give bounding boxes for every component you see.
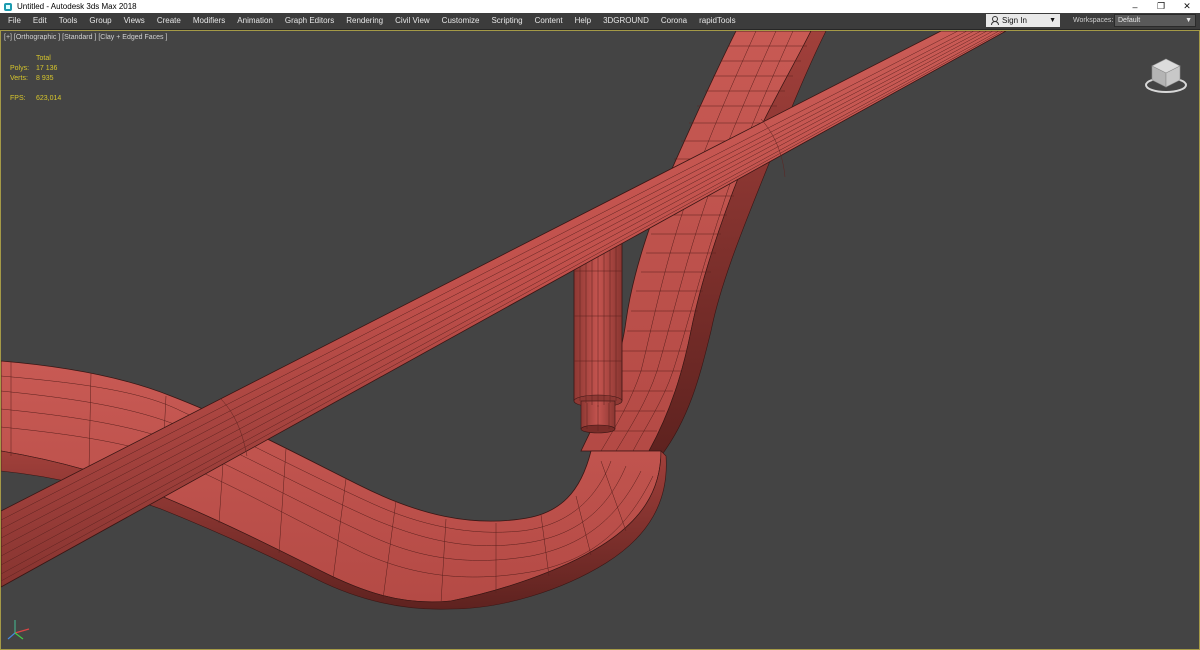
menu-3dground[interactable]: 3DGROUND — [597, 13, 655, 29]
title-bar: Untitled - Autodesk 3ds Max 2018 – ❐ ✕ — [0, 0, 1200, 13]
menu-tools[interactable]: Tools — [53, 13, 84, 29]
stats-overlay: Total Polys: 17 136 Verts: 8 935 FPS: 623,0… — [10, 54, 61, 104]
menu-file[interactable]: File — [0, 13, 27, 29]
sign-in-label: Sign In — [1002, 16, 1027, 25]
viewport-scene[interactable] — [1, 31, 1200, 650]
vertical-post[interactable] — [573, 240, 623, 434]
chevron-down-icon: ▼ — [1185, 17, 1192, 24]
menu-help[interactable]: Help — [569, 13, 597, 29]
menu-customize[interactable]: Customize — [436, 13, 486, 29]
menu-group[interactable]: Group — [83, 13, 117, 29]
sign-in-dropdown[interactable]: Sign In ▼ — [986, 14, 1060, 27]
close-button[interactable]: ✕ — [1174, 0, 1200, 13]
menu-content[interactable]: Content — [529, 13, 569, 29]
menu-rendering[interactable]: Rendering — [340, 13, 389, 29]
restore-button[interactable]: ❐ — [1148, 0, 1174, 13]
menu-animation[interactable]: Animation — [231, 13, 279, 29]
menu-civil-view[interactable]: Civil View — [389, 13, 436, 29]
verts-value: 8 935 — [36, 75, 54, 82]
menu-scripting[interactable]: Scripting — [485, 13, 528, 29]
workspaces-select[interactable]: Default ▼ — [1114, 14, 1196, 27]
user-icon — [990, 16, 999, 25]
stats-header: Total — [36, 55, 51, 62]
perspective-viewport[interactable]: [+] [Orthographic ] [Standard ] [Clay + … — [0, 30, 1200, 650]
minimize-button[interactable]: – — [1122, 0, 1148, 13]
workspaces-label: Workspaces: — [1073, 17, 1114, 24]
polys-label: Polys: — [10, 65, 30, 72]
verts-label: Verts: — [10, 75, 28, 82]
diagonal-rod[interactable] — [1, 31, 1007, 588]
menu-edit[interactable]: Edit — [27, 13, 53, 29]
menu-rapidtools[interactable]: rapidTools — [693, 13, 741, 29]
fps-value: 623,014 — [36, 95, 62, 102]
viewcube-icon[interactable] — [1143, 53, 1189, 95]
menu-views[interactable]: Views — [118, 13, 151, 29]
menu-corona[interactable]: Corona — [655, 13, 693, 29]
fps-label: FPS: — [10, 95, 26, 102]
app-icon — [4, 2, 12, 11]
chevron-down-icon: ▼ — [1049, 17, 1056, 24]
menu-modifiers[interactable]: Modifiers — [187, 13, 231, 29]
workspaces-value: Default — [1118, 17, 1141, 24]
polys-value: 17 136 — [36, 65, 58, 72]
menu-graph-editors[interactable]: Graph Editors — [279, 13, 340, 29]
menu-create[interactable]: Create — [151, 13, 187, 29]
axis-tripod-icon — [7, 620, 30, 640]
viewport-label[interactable]: [+] [Orthographic ] [Standard ] [Clay + … — [4, 34, 167, 41]
window-title: Untitled - Autodesk 3ds Max 2018 — [17, 2, 137, 11]
